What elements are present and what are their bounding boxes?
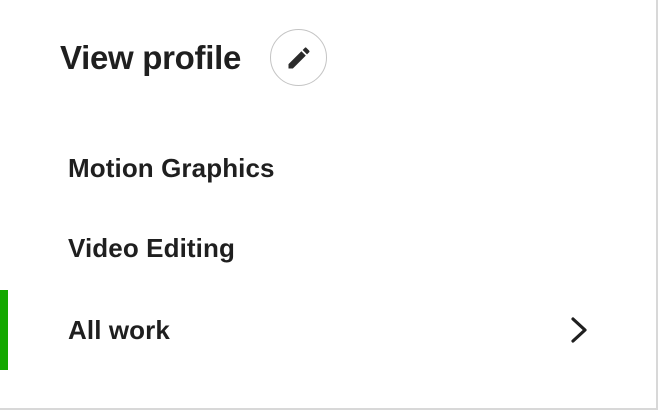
pencil-icon bbox=[285, 44, 313, 72]
edit-profile-button[interactable] bbox=[270, 29, 328, 86]
nav-item-all-work[interactable]: All work bbox=[0, 290, 656, 370]
chevron-right-icon bbox=[568, 315, 592, 345]
nav-item-video-editing[interactable]: Video Editing bbox=[0, 208, 656, 288]
profile-title[interactable]: View profile bbox=[60, 41, 241, 74]
nav-item-motion-graphics[interactable]: Motion Graphics bbox=[0, 128, 656, 208]
nav-item-label: Motion Graphics bbox=[68, 152, 275, 183]
nav-item-label: Video Editing bbox=[68, 232, 235, 263]
active-indicator bbox=[0, 290, 8, 370]
profile-header: View profile bbox=[60, 29, 328, 86]
profile-nav-panel: View profile Motion Graphics Video Editi… bbox=[0, 0, 658, 410]
nav-item-label: All work bbox=[68, 314, 170, 345]
